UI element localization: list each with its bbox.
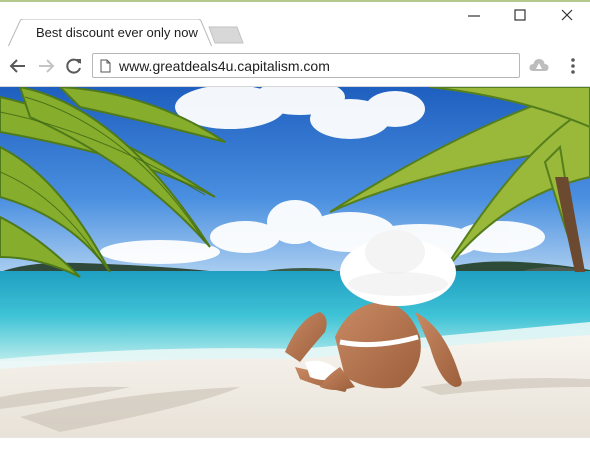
page-icon bbox=[100, 59, 111, 73]
menu-button[interactable] bbox=[564, 56, 582, 76]
tab-strip: Best discount ever only now bbox=[0, 0, 590, 47]
forward-button[interactable] bbox=[35, 55, 57, 77]
extension-button[interactable] bbox=[529, 57, 549, 78]
minimize-button[interactable] bbox=[454, 4, 494, 28]
page-content bbox=[0, 87, 590, 437]
close-icon bbox=[561, 9, 573, 21]
back-button[interactable] bbox=[7, 55, 29, 77]
active-tab[interactable]: Best discount ever only now bbox=[8, 19, 212, 47]
close-window-button[interactable] bbox=[547, 4, 587, 28]
accent-line bbox=[0, 0, 590, 2]
reload-icon bbox=[66, 58, 81, 74]
forward-arrow-icon bbox=[39, 59, 55, 73]
page-bottom-strip bbox=[0, 437, 590, 462]
maximize-icon bbox=[514, 9, 526, 21]
maximize-button[interactable] bbox=[500, 4, 540, 28]
url-input[interactable] bbox=[119, 55, 509, 76]
new-tab-icon bbox=[208, 26, 244, 44]
tab-title: Best discount ever only now bbox=[36, 25, 198, 40]
menu-dots-icon bbox=[571, 58, 575, 74]
address-bar[interactable] bbox=[92, 53, 520, 78]
reload-button[interactable] bbox=[63, 55, 85, 77]
new-tab-button[interactable] bbox=[207, 26, 245, 44]
cloud-drive-icon bbox=[529, 59, 549, 71]
beach-photo bbox=[0, 87, 590, 437]
minimize-icon bbox=[468, 15, 480, 17]
browser-toolbar bbox=[0, 46, 590, 87]
back-arrow-icon bbox=[9, 59, 25, 73]
